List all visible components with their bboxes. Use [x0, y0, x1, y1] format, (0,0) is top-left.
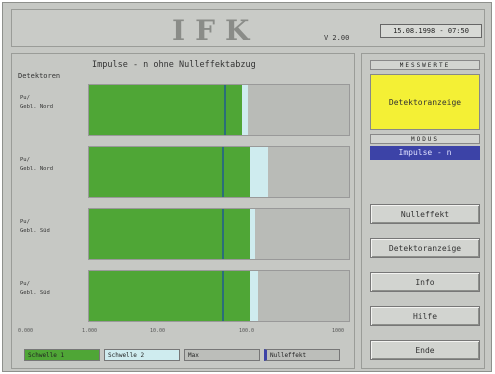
- detector-bar: [88, 208, 350, 260]
- help-button[interactable]: Hilfe: [370, 306, 480, 326]
- bar-threshold-marker: [221, 147, 224, 197]
- detector-display-button[interactable]: Detektoranzeige: [370, 238, 480, 258]
- detector-bar: [88, 84, 350, 136]
- bar-fill-green: [89, 271, 251, 321]
- panel-title: Impulse - n ohne Nulleffektabzug: [92, 60, 256, 70]
- side-panel: MESSWERTE Detektoranzeige MODUS Impulse …: [361, 53, 485, 369]
- detector-label: Pu/ Gebl. Nord: [20, 156, 82, 174]
- bar-fill-cyan: [250, 147, 269, 197]
- header-bar: IFK V 2.00 15.08.1998 - 07:50: [11, 9, 485, 47]
- bar-fill-cyan: [250, 209, 256, 259]
- detector-bar: [88, 146, 350, 198]
- bar-threshold-marker: [221, 271, 224, 321]
- bar-fill-green: [89, 209, 251, 259]
- version-label: V 2.00: [324, 34, 350, 42]
- section-title-measurements: MESSWERTE: [370, 60, 480, 70]
- legend-max: Max: [184, 349, 260, 361]
- detector-row: Pu/ Gebl. Süd: [16, 270, 352, 326]
- detector-label-line-1: Pu/: [20, 157, 30, 163]
- detector-row: Pu/ Gebl. Nord: [16, 84, 352, 140]
- app-window: IFK V 2.00 15.08.1998 - 07:50 Impulse - …: [2, 2, 492, 372]
- mode-selector[interactable]: Impulse - n: [370, 146, 480, 160]
- datetime-display: 15.08.1998 - 07:50: [380, 24, 482, 38]
- main-panel: Impulse - n ohne Nulleffektabzug Detekto…: [11, 53, 355, 369]
- detectors-label: Detektoren: [18, 72, 61, 80]
- bar-fill-green: [89, 147, 251, 197]
- scale-label: 1.000: [82, 328, 98, 334]
- detector-bar: [88, 270, 350, 322]
- detector-label: Pu/ Gebl. Nord: [20, 94, 82, 112]
- bar-threshold-marker: [224, 85, 227, 135]
- scale-label: 10.00: [150, 328, 166, 334]
- detector-label-line-1: Pu/: [20, 219, 30, 225]
- legend-threshold-1: Schwelle 1: [24, 349, 100, 361]
- scale-label: 100.0: [239, 328, 255, 334]
- detector-row: Pu/ Gebl. Süd: [16, 208, 352, 264]
- bar-fill-green: [89, 85, 243, 135]
- detector-label-line-1: Pu/: [20, 95, 30, 101]
- app-logo: IFK: [172, 14, 260, 47]
- detector-label-line-2: Gebl. Süd: [20, 290, 50, 296]
- exit-button[interactable]: Ende: [370, 340, 480, 360]
- detector-row: Pu/ Gebl. Nord: [16, 146, 352, 202]
- info-button[interactable]: Info: [370, 272, 480, 292]
- bar-threshold-marker: [221, 209, 224, 259]
- legend-threshold-2: Schwelle 2: [104, 349, 180, 361]
- scale-label: 0.000: [18, 328, 34, 334]
- bar-fill-cyan: [242, 85, 248, 135]
- scale-label: 1000: [332, 328, 345, 334]
- detector-label-line-2: Gebl. Nord: [20, 104, 54, 110]
- background-button[interactable]: Nulleffekt: [370, 204, 480, 224]
- detector-label: Pu/ Gebl. Süd: [20, 280, 82, 298]
- legend-background: Nulleffekt: [264, 349, 340, 361]
- detector-label: Pu/ Gebl. Süd: [20, 218, 82, 236]
- detector-label-line-1: Pu/: [20, 281, 30, 287]
- detector-display-indicator: Detektoranzeige: [370, 74, 480, 130]
- detector-label-line-2: Gebl. Süd: [20, 228, 50, 234]
- bar-fill-cyan: [250, 271, 258, 321]
- section-title-mode: MODUS: [370, 134, 480, 144]
- detector-label-line-2: Gebl. Nord: [20, 166, 54, 172]
